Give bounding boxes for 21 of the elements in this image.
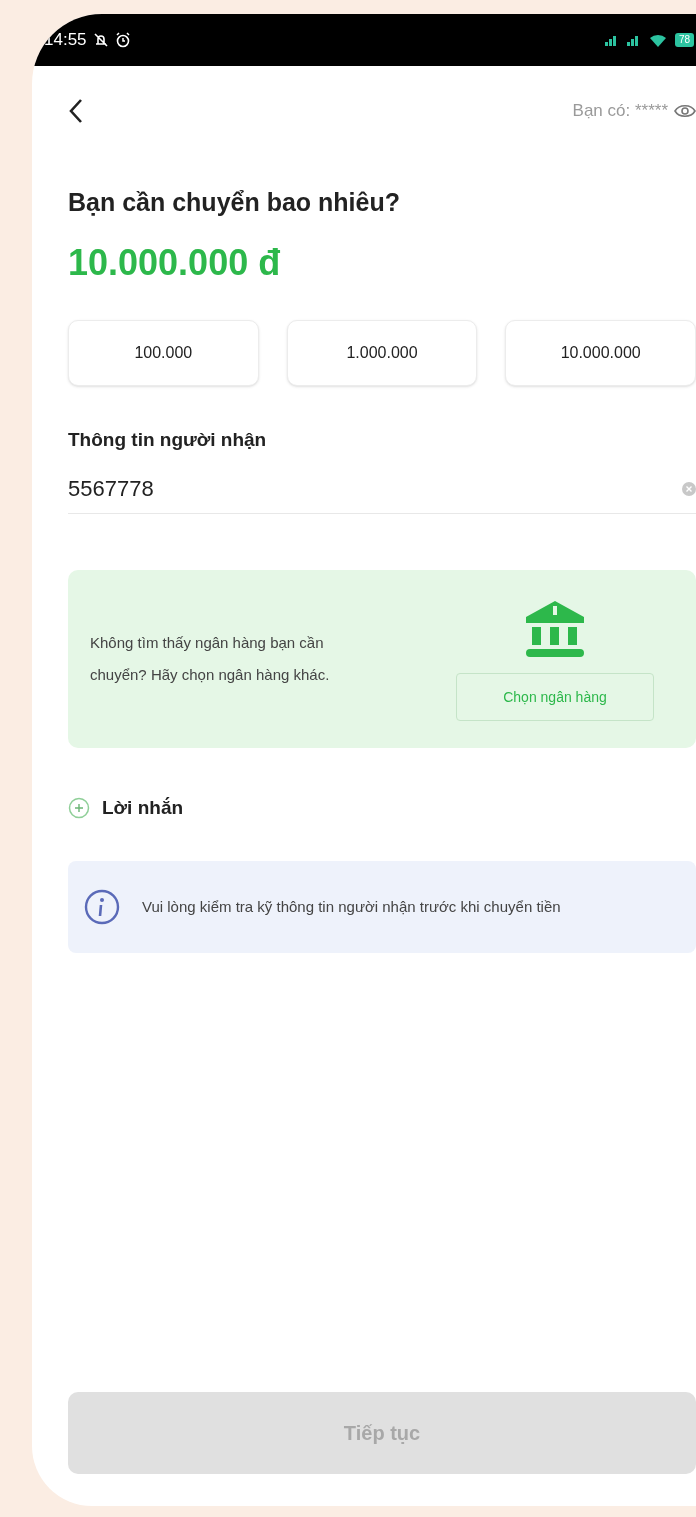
quick-amount-chip[interactable]: 1.000.000	[286, 319, 478, 386]
quick-amount-chip[interactable]: 100.000	[68, 319, 259, 386]
eye-icon[interactable]	[674, 102, 696, 120]
quick-amount-chip[interactable]: 10.000.000	[505, 319, 696, 386]
notice-text: Vui lòng kiểm tra kỹ thông tin người nhận trước khi chuyển tiền	[142, 896, 561, 917]
recipient-label: Thông tin người nhận	[68, 427, 268, 452]
plus-circle-icon	[68, 797, 90, 820]
back-icon[interactable]	[68, 98, 84, 124]
page-title: Bạn cần chuyển bao nhiêu?	[68, 187, 401, 218]
signal-icon	[604, 34, 619, 46]
wifi-icon	[648, 33, 667, 47]
bank-card-text: Không tìm thấy ngân hàng bạn cần chuyển? Hãy chọn ngân hàng khác.	[90, 633, 331, 685]
battery-icon: 78	[674, 33, 694, 47]
balance-text: Bạn có: *****	[572, 100, 668, 123]
info-icon	[84, 888, 120, 925]
signal-icon	[626, 34, 641, 46]
alarm-icon	[114, 32, 131, 48]
add-message-link[interactable]: Lời nhắn	[68, 794, 184, 823]
notifications-off-icon	[92, 32, 109, 48]
recipient-field[interactable]: 5567778	[68, 464, 696, 514]
amount-value: 10.000.000 đ	[68, 240, 282, 285]
